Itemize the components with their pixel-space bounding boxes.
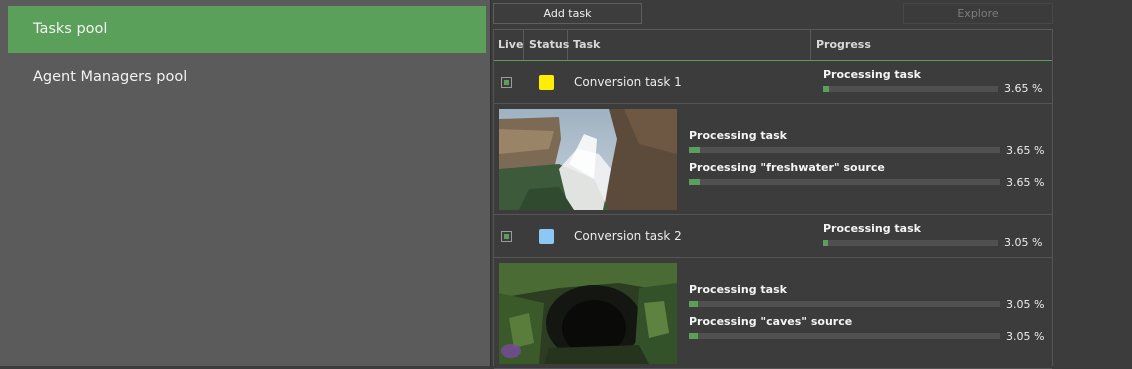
- column-header-task[interactable]: Task: [568, 30, 811, 60]
- detail-progress-bar-fill: [689, 179, 701, 185]
- column-header-live[interactable]: Live: [494, 30, 524, 60]
- detail-progress-bar: [689, 333, 1000, 339]
- column-header-progress[interactable]: Progress: [811, 30, 1052, 60]
- detail-progress-bar: [689, 179, 1000, 185]
- detail-progress-bar-fill: [689, 333, 699, 339]
- table-row[interactable]: Conversion task 2 Processing task 3.05 %: [494, 215, 1052, 258]
- detail-progress-bar-fill: [689, 301, 699, 307]
- status-indicator: [539, 75, 554, 90]
- detail-progress-bar: [689, 301, 1000, 307]
- sidebar-item-agent-managers-pool[interactable]: Agent Managers pool: [8, 54, 486, 101]
- task-name: Conversion task 1: [574, 75, 682, 89]
- progress-bar-fill: [823, 86, 830, 92]
- detail-progress-bar-fill: [689, 147, 701, 153]
- detail-progress-percent: 3.65 %: [1006, 176, 1045, 189]
- progress-bar: [823, 86, 998, 92]
- live-checkbox[interactable]: [501, 231, 512, 242]
- sidebar-item-tasks-pool[interactable]: Tasks pool: [8, 6, 486, 53]
- progress-bar: [823, 240, 998, 246]
- task-detail-row: Processing task 3.05 % Processing "caves…: [494, 258, 1052, 369]
- progress-percent: 3.65 %: [1004, 82, 1043, 95]
- table-row[interactable]: Conversion task 1 Processing task 3.65 %: [494, 61, 1052, 104]
- sidebar: Tasks pool Agent Managers pool: [0, 0, 491, 366]
- add-task-button[interactable]: Add task: [493, 3, 642, 24]
- jungle-cave-image: [499, 263, 677, 364]
- detail-progress-label: Processing "caves" source: [689, 315, 853, 328]
- table-header: Live Status Task Progress: [494, 29, 1052, 61]
- waterfall-cliff-image: [499, 109, 677, 210]
- explore-button[interactable]: Explore: [903, 3, 1053, 24]
- live-checkbox[interactable]: [501, 77, 512, 88]
- progress-label: Processing task: [823, 68, 921, 81]
- tasks-table: Live Status Task Progress Conversion tas…: [493, 29, 1053, 369]
- detail-progress-label: Processing task: [689, 129, 787, 142]
- progress-bar-fill: [823, 240, 829, 246]
- detail-progress-percent: 3.05 %: [1006, 330, 1045, 343]
- task-name: Conversion task 2: [574, 229, 682, 243]
- detail-progress-label: Processing "freshwater" source: [689, 161, 885, 174]
- progress-percent: 3.05 %: [1004, 236, 1043, 249]
- detail-progress-bar: [689, 147, 1000, 153]
- detail-progress-percent: 3.05 %: [1006, 298, 1045, 311]
- tasks-panel: Add task Explore Live Status Task Progre…: [491, 0, 1132, 369]
- progress-label: Processing task: [823, 222, 921, 235]
- column-header-status[interactable]: Status: [524, 30, 569, 60]
- task-detail-row: Processing task 3.65 % Processing "fresh…: [494, 104, 1052, 215]
- status-indicator: [539, 229, 554, 244]
- detail-progress-percent: 3.65 %: [1006, 144, 1045, 157]
- detail-progress-label: Processing task: [689, 283, 787, 296]
